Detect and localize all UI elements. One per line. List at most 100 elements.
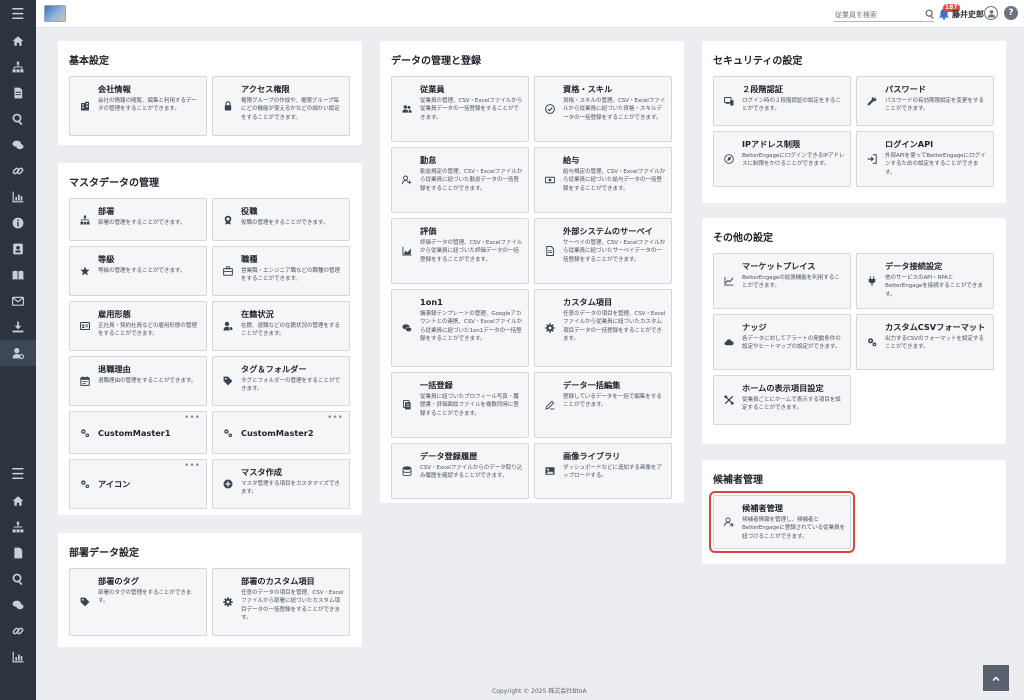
more-options-icon[interactable]: ••• bbox=[184, 413, 200, 423]
settings-tile[interactable]: 候補者管理 候補者情報を管理し、候補者とBetterEngageに登録されている従… bbox=[709, 491, 855, 553]
section-title: 候補者管理 bbox=[713, 475, 763, 486]
certificate-icon bbox=[544, 103, 556, 115]
settings-tile[interactable]: 従業員 従業員の管理、CSV・Excelファイルから従業員データの一括登録をするこ… bbox=[391, 76, 529, 142]
mail-icon[interactable] bbox=[0, 288, 36, 314]
settings-tile[interactable]: 一括登録 従業員に紐づいたプロフィール写真・履歴書・評価面談ファイルを複数同時に登… bbox=[391, 372, 529, 438]
settings-tile[interactable]: 給与 給与規定の管理、CSV・Excelファイルから従業員に紐づいた給与データの一… bbox=[534, 147, 672, 213]
settings-tile[interactable]: 役職 役職の管理をすることができます。 bbox=[212, 198, 350, 241]
search-icon[interactable] bbox=[0, 106, 36, 132]
link-icon[interactable] bbox=[0, 158, 36, 184]
document-icon[interactable] bbox=[0, 540, 36, 566]
tile-title: CustomMaster1 bbox=[98, 428, 171, 438]
home-icon[interactable] bbox=[0, 488, 36, 514]
book-icon[interactable] bbox=[0, 262, 36, 288]
menu-icon[interactable]: ☰ bbox=[0, 0, 36, 28]
search-icon[interactable] bbox=[925, 9, 935, 19]
settings-tile[interactable]: 資格・スキル 資格・スキルの管理、CSV・Excelファイルから従業員に紐づいた資… bbox=[534, 76, 672, 142]
settings-tile[interactable]: データ登録履歴 CSV・Excelファイルからのデータ取り込み履歴を確認することが… bbox=[391, 443, 529, 499]
org-chart-icon[interactable] bbox=[0, 514, 36, 540]
settings-tile[interactable]: データ接続設定 他のサービスのAPI・RPAとBetterEngageを接続するこ… bbox=[856, 253, 994, 309]
tile-title: 部署 bbox=[98, 206, 115, 216]
location-icon bbox=[723, 153, 735, 165]
username[interactable]: 藤井史郎 bbox=[952, 9, 984, 20]
tile-title: ナッジ bbox=[742, 322, 767, 332]
search-icon[interactable] bbox=[0, 566, 36, 592]
settings-tile[interactable]: パスワード パスワードの有効期限設定を変更をすることができます。 bbox=[856, 76, 994, 126]
tile-title: カスタムCSVフォーマット bbox=[885, 322, 986, 332]
tile-title: ２段階認証 bbox=[742, 84, 783, 94]
employee-search-input[interactable] bbox=[834, 8, 934, 22]
users-icon bbox=[401, 103, 413, 115]
chevron-up-icon bbox=[992, 676, 1000, 681]
more-options-icon[interactable]: ••• bbox=[184, 461, 200, 471]
settings-tile[interactable]: ホームの表示項目設定 従業員ごとにホームで表示する項目を設定することができます。 bbox=[713, 375, 851, 425]
star-icon bbox=[79, 265, 91, 277]
tile-description: BetterEngageにログインできるIPアドレスに制限をかけることができます… bbox=[742, 153, 845, 168]
settings-tile[interactable]: カスタムCSVフォーマット 出力するCSVのフォーマットを設定することができます。 bbox=[856, 314, 994, 370]
settings-tile[interactable]: 雇用形態 正社員・契約社員などの雇用形態の管理をすることができます。 bbox=[69, 301, 207, 351]
user-avatar-icon[interactable] bbox=[984, 6, 998, 20]
left-navigation-rail: ☰ ☰ bbox=[0, 0, 36, 700]
tile-title: データ一括編集 bbox=[563, 380, 621, 390]
settings-tile[interactable]: マーケットプレイス BetterEngageの拡張機能を利用することができます。 bbox=[713, 253, 851, 309]
settings-tile[interactable]: 部署のカスタム項目 任意のデータの項目を管理、CSV・Excelファイルから部署に… bbox=[212, 568, 350, 636]
scroll-to-top-button[interactable] bbox=[983, 665, 1009, 691]
settings-tile[interactable]: 1on1 議事録テンプレートの管理、Googleアカウントとの連携、CSV・Exc… bbox=[391, 289, 529, 367]
settings-tile[interactable]: 職種 営業職・エンジニア職などの職種の管理をすることができます。 bbox=[212, 246, 350, 296]
org-chart-icon[interactable] bbox=[0, 54, 36, 80]
tile-title: 1on1 bbox=[420, 297, 443, 307]
settings-tile[interactable]: 在籍状況 在籍、退職などの在籍状況の管理をすることができます。 bbox=[212, 301, 350, 351]
gear-icon bbox=[544, 322, 556, 334]
section-title: データの管理と登録 bbox=[391, 56, 481, 67]
more-options-icon[interactable]: ••• bbox=[327, 413, 343, 423]
chat-icon[interactable] bbox=[0, 592, 36, 618]
tile-title: パスワード bbox=[885, 84, 926, 94]
building-icon bbox=[79, 100, 91, 112]
sitemap-icon bbox=[79, 214, 91, 226]
chart-icon[interactable] bbox=[0, 184, 36, 210]
section-title: 部署データ設定 bbox=[69, 548, 139, 559]
settings-tile[interactable]: 評価 評価データの管理、CSV・Excelファイルから従業員に紐づいた評価データの… bbox=[391, 218, 529, 284]
section-department-data: 部署データ設定 部署のタグ 部署のタグの管理をすることができます。 部署のカスタム項… bbox=[58, 533, 362, 647]
menu-icon[interactable]: ☰ bbox=[0, 460, 36, 488]
settings-tile[interactable]: カスタム項目 任意のデータの項目を管理、CSV・Excelファイルから従業員に紐づ… bbox=[534, 289, 672, 367]
info-icon[interactable] bbox=[0, 210, 36, 236]
settings-tile[interactable]: アクセス権限 権限グループの作成や、権限グループ毎にどの機能が使えるかなどの細かい… bbox=[212, 76, 350, 136]
settings-tile[interactable]: 勤怠 勤怠規定の管理、CSV・Excelファイルから従業員に紐づいた勤怠データの一… bbox=[391, 147, 529, 213]
settings-tile[interactable]: ２段階認証 ログイン時の２段階認証の設定をすることができます。 bbox=[713, 76, 851, 126]
settings-tile[interactable]: CustomMaster2 ••• bbox=[212, 411, 350, 454]
home-icon[interactable] bbox=[0, 28, 36, 54]
company-logo[interactable] bbox=[44, 5, 66, 22]
section-candidate: 候補者管理 候補者管理 候補者情報を管理し、候補者とBetterEngageに登録… bbox=[702, 460, 1006, 564]
settings-tile[interactable]: 会社情報 会社の情報の閲覧、編集と利用するデータの管理をすることができます。 bbox=[69, 76, 207, 136]
tile-description: 他のサービスのAPI・RPAとBetterEngageを接続することができます。 bbox=[885, 275, 983, 298]
link-icon[interactable] bbox=[0, 618, 36, 644]
chart-icon[interactable] bbox=[0, 644, 36, 670]
help-icon[interactable]: ? bbox=[1004, 6, 1018, 20]
tile-title: 資格・スキル bbox=[563, 84, 613, 94]
id-card-icon[interactable] bbox=[0, 236, 36, 262]
user-settings-icon[interactable] bbox=[0, 340, 36, 366]
settings-tile[interactable]: 部署 部署の管理をすることができます。 bbox=[69, 198, 207, 241]
download-icon[interactable] bbox=[0, 314, 36, 340]
tile-description: 在籍、退職などの在籍状況の管理をすることができます。 bbox=[241, 323, 340, 338]
settings-tile[interactable]: 部署のタグ 部署のタグの管理をすることができます。 bbox=[69, 568, 207, 636]
settings-tile[interactable]: 等級 等級の管理をすることができます。 bbox=[69, 246, 207, 296]
tile-description: 従業員に紐づいたプロフィール写真・履歴書・評価面談ファイルを複数同時に登録するこ… bbox=[420, 394, 519, 417]
settings-tile[interactable]: 退職理由 退職理由の管理をすることができます。 bbox=[69, 356, 207, 406]
settings-tile[interactable]: 外部システムのサーベイ サーベイの管理、CSV・Excelファイルから従業員に紐づ… bbox=[534, 218, 672, 284]
tile-title: アイコン bbox=[98, 479, 131, 489]
settings-tile[interactable]: ナッジ 各データに対してアラートの発動条件の設定やヒートマップの設定ができます。 bbox=[713, 314, 851, 370]
settings-tile[interactable]: 画像ライブラリ ダッシュボードなどに追加する画像をアップロードする。 bbox=[534, 443, 672, 499]
user-plus-icon bbox=[401, 174, 413, 186]
settings-tile[interactable]: IPアドレス制限 BetterEngageにログインできるIPアドレスに制限をかけ… bbox=[713, 131, 851, 187]
settings-tile[interactable]: データ一括編集 登録しているデータを一括で編集をすることができます。 bbox=[534, 372, 672, 438]
settings-tile[interactable]: ログインAPI 外部APIを使ってBetterEngageにログインするための設定… bbox=[856, 131, 994, 187]
tile-title: 部署のカスタム項目 bbox=[241, 576, 315, 586]
settings-tile[interactable]: CustomMaster1 ••• bbox=[69, 411, 207, 454]
document-icon[interactable] bbox=[0, 80, 36, 106]
chat-icon[interactable] bbox=[0, 132, 36, 158]
settings-tile[interactable]: マスタ作成 マスタ管理する項目をカスタマイズできます。 bbox=[212, 459, 350, 509]
settings-tile[interactable]: タグ＆フォルダー タグとフォルダーの管理をすることができます。 bbox=[212, 356, 350, 406]
settings-tile[interactable]: アイコン ••• bbox=[69, 459, 207, 509]
